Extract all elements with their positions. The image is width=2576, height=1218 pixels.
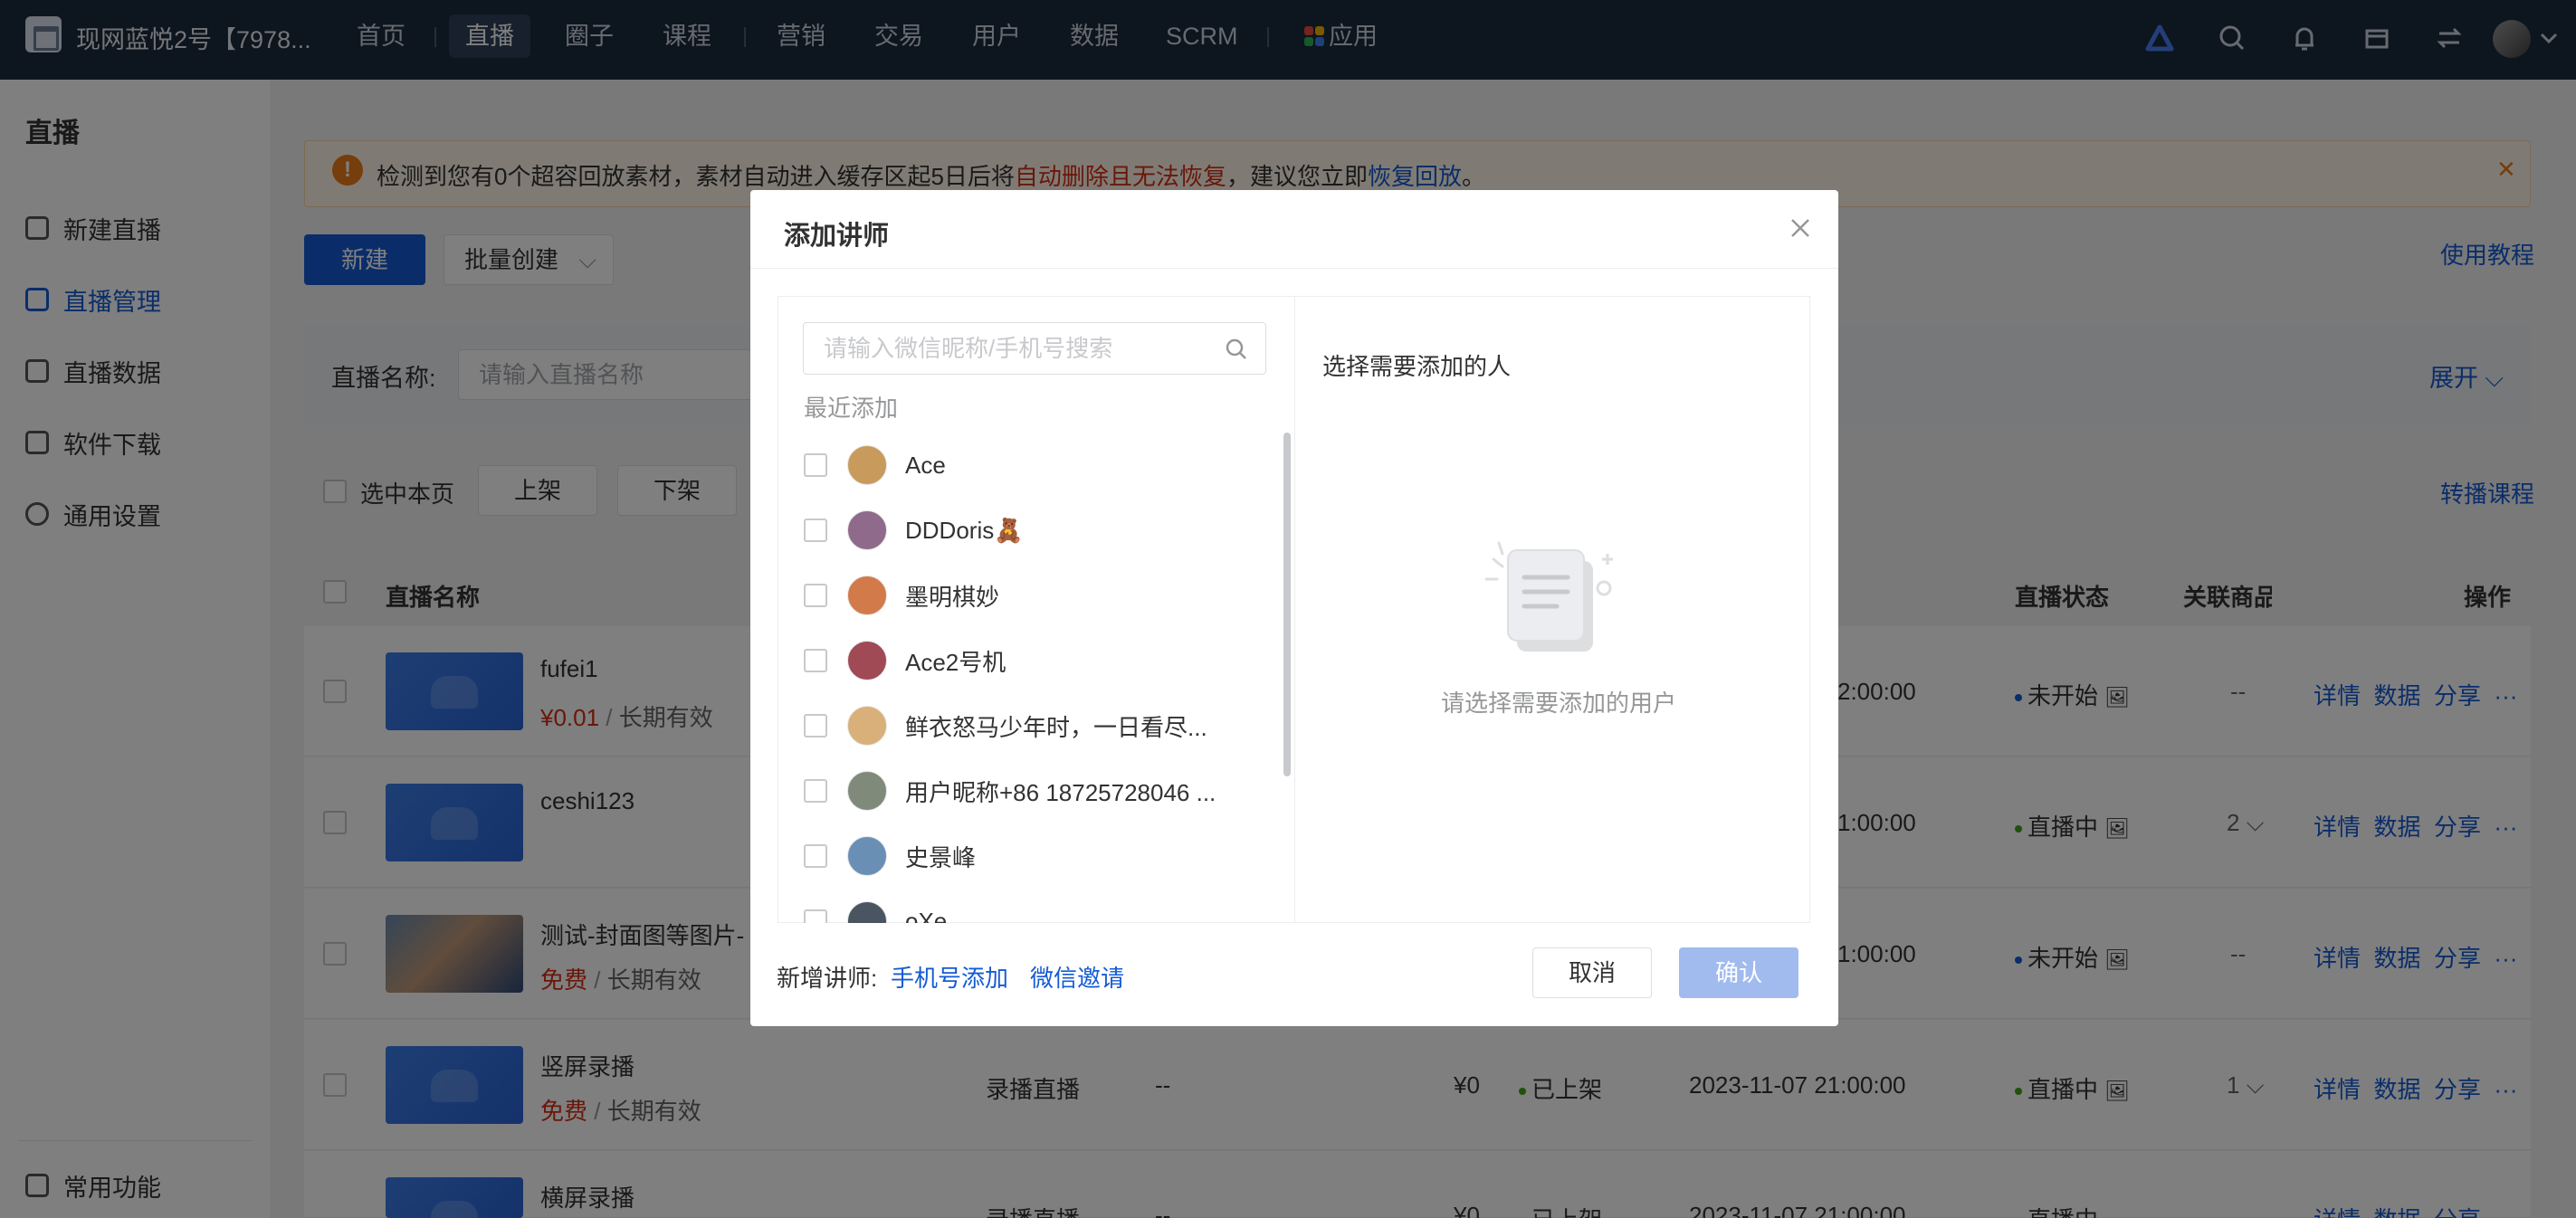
avatar — [847, 445, 887, 485]
confirm-button[interactable]: 确认 — [1679, 947, 1798, 998]
list-item[interactable]: Ace2号机 — [804, 628, 1274, 693]
empty-document-icon — [1484, 541, 1613, 652]
user-name: 墨明棋妙 — [905, 583, 1000, 611]
avatar — [847, 901, 887, 923]
list-item[interactable]: 用户昵称+86 18725728046 ... — [804, 758, 1274, 823]
user-name: Ace2号机 — [905, 648, 1007, 676]
user-checkbox[interactable] — [804, 649, 827, 672]
user-checkbox[interactable] — [804, 779, 827, 803]
avatar — [847, 641, 887, 680]
user-checkbox[interactable] — [804, 584, 827, 607]
user-checkbox[interactable] — [804, 844, 827, 868]
list-item[interactable]: 史景峰 — [804, 823, 1274, 889]
wechat-invite-link[interactable]: 微信邀请 — [1030, 960, 1124, 994]
user-name: 用户昵称+86 18725728046 ... — [905, 778, 1216, 806]
cancel-button[interactable]: 取消 — [1532, 947, 1652, 998]
list-item[interactable]: 墨明棋妙 — [804, 563, 1274, 628]
add-by-phone-link[interactable]: 手机号添加 — [891, 960, 1008, 994]
search-icon[interactable] — [1224, 337, 1249, 362]
user-name: 鲜衣怒马少年时，一日看尽... — [905, 713, 1207, 741]
selected-panel-title: 选择需要添加的人 — [1322, 353, 1512, 380]
dialog-title: 添加讲师 — [784, 222, 890, 251]
list-scrollbar[interactable] — [1283, 433, 1291, 776]
user-checkbox[interactable] — [804, 909, 827, 923]
recent-label: 最近添加 — [804, 395, 899, 422]
user-list: Ace DDDoris🧸 墨明棋妙 Ace2号机 鲜衣怒马少年时，一日看尽...… — [787, 433, 1287, 923]
user-name: DDDoris🧸 — [905, 516, 1024, 544]
user-name: 史景峰 — [905, 843, 977, 871]
divider — [750, 268, 1838, 269]
list-item[interactable]: DDDoris🧸 — [804, 498, 1274, 563]
add-teacher-label: 新增讲师: — [777, 965, 878, 992]
avatar — [847, 706, 887, 746]
list-item[interactable]: 鲜衣怒马少年时，一日看尽... — [804, 693, 1274, 758]
user-checkbox[interactable] — [804, 453, 827, 477]
avatar — [847, 510, 887, 550]
close-icon[interactable] — [1788, 215, 1813, 241]
user-checkbox[interactable] — [804, 714, 827, 737]
user-search-input[interactable]: 请输入微信昵称/手机号搜索 — [803, 322, 1266, 375]
empty-text: 请选择需要添加的用户 — [1441, 690, 1677, 717]
avatar — [847, 836, 887, 876]
list-item[interactable]: oXe — [804, 889, 1274, 923]
user-name: Ace — [905, 451, 946, 479]
avatar — [847, 771, 887, 811]
user-name: oXe — [905, 907, 948, 924]
user-checkbox[interactable] — [804, 519, 827, 542]
avatar — [847, 576, 887, 615]
list-item[interactable]: Ace — [804, 433, 1274, 498]
